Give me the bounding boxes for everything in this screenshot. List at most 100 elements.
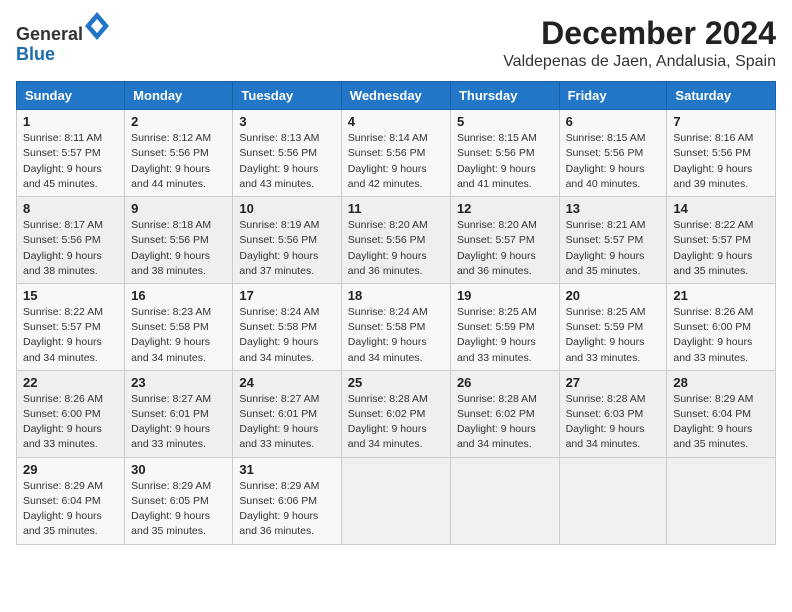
day-info: Sunrise: 8:29 AMSunset: 6:04 PMDaylight:…: [673, 392, 769, 453]
day-info: Sunrise: 8:26 AMSunset: 6:00 PMDaylight:…: [23, 392, 118, 453]
calendar-cell: 5 Sunrise: 8:15 AMSunset: 5:56 PMDaylight…: [450, 110, 559, 197]
day-number: 27: [566, 375, 661, 390]
calendar-cell: 20 Sunrise: 8:25 AMSunset: 5:59 PMDayligh…: [559, 283, 667, 370]
day-number: 23: [131, 375, 226, 390]
calendar-cell: 26 Sunrise: 8:28 AMSunset: 6:02 PMDayligh…: [450, 370, 559, 457]
day-number: 24: [239, 375, 334, 390]
day-number: 13: [566, 201, 661, 216]
day-info: Sunrise: 8:19 AMSunset: 5:56 PMDaylight:…: [239, 218, 334, 279]
day-info: Sunrise: 8:24 AMSunset: 5:58 PMDaylight:…: [239, 305, 334, 366]
weekday-header-monday: Monday: [125, 82, 233, 110]
calendar-cell: 28Sunrise: 8:29 AMSunset: 6:04 PMDayligh…: [667, 370, 776, 457]
calendar-header: SundayMondayTuesdayWednesdayThursdayFrid…: [17, 82, 776, 110]
location-subtitle: Valdepenas de Jaen, Andalusia, Spain: [503, 53, 776, 71]
day-number: 31: [239, 462, 334, 477]
day-info: Sunrise: 8:26 AMSunset: 6:00 PMDaylight:…: [673, 305, 769, 366]
calendar-cell: 30 Sunrise: 8:29 AMSunset: 6:05 PMDayligh…: [125, 457, 233, 544]
day-number: 2: [131, 114, 226, 129]
day-info: Sunrise: 8:29 AMSunset: 6:04 PMDaylight:…: [23, 479, 118, 540]
calendar-cell: 17 Sunrise: 8:24 AMSunset: 5:58 PMDayligh…: [233, 283, 341, 370]
day-number: 16: [131, 288, 226, 303]
calendar-cell: 31Sunrise: 8:29 AMSunset: 6:06 PMDayligh…: [233, 457, 341, 544]
calendar-cell: [341, 457, 450, 544]
day-info: Sunrise: 8:25 AMSunset: 5:59 PMDaylight:…: [566, 305, 661, 366]
day-number: 10: [239, 201, 334, 216]
weekday-header-sunday: Sunday: [17, 82, 125, 110]
calendar-week-row: 1 Sunrise: 8:11 AMSunset: 5:57 PMDaylight…: [17, 110, 776, 197]
calendar-cell: 25Sunrise: 8:28 AMSunset: 6:02 PMDayligh…: [341, 370, 450, 457]
day-number: 30: [131, 462, 226, 477]
calendar-cell: [450, 457, 559, 544]
weekday-header-wednesday: Wednesday: [341, 82, 450, 110]
weekday-header-saturday: Saturday: [667, 82, 776, 110]
calendar-cell: [667, 457, 776, 544]
day-info: Sunrise: 8:28 AMSunset: 6:03 PMDaylight:…: [566, 392, 661, 453]
calendar-week-row: 15 Sunrise: 8:22 AMSunset: 5:57 PMDayligh…: [17, 283, 776, 370]
calendar-cell: 9Sunrise: 8:18 AMSunset: 5:56 PMDaylight…: [125, 197, 233, 284]
logo-blue: Blue: [16, 44, 55, 64]
day-number: 29: [23, 462, 118, 477]
day-number: 25: [348, 375, 444, 390]
day-number: 3: [239, 114, 334, 129]
day-info: Sunrise: 8:13 AMSunset: 5:56 PMDaylight:…: [239, 131, 334, 192]
day-info: Sunrise: 8:15 AMSunset: 5:56 PMDaylight:…: [457, 131, 553, 192]
day-info: Sunrise: 8:14 AMSunset: 5:56 PMDaylight:…: [348, 131, 444, 192]
calendar-week-row: 22Sunrise: 8:26 AMSunset: 6:00 PMDayligh…: [17, 370, 776, 457]
day-number: 19: [457, 288, 553, 303]
weekday-header-friday: Friday: [559, 82, 667, 110]
day-info: Sunrise: 8:15 AMSunset: 5:56 PMDaylight:…: [566, 131, 661, 192]
main-title: December 2024: [503, 16, 776, 51]
day-number: 7: [673, 114, 769, 129]
day-info: Sunrise: 8:23 AMSunset: 5:58 PMDaylight:…: [131, 305, 226, 366]
weekday-header-thursday: Thursday: [450, 82, 559, 110]
day-number: 6: [566, 114, 661, 129]
day-number: 18: [348, 288, 444, 303]
calendar-table: SundayMondayTuesdayWednesdayThursdayFrid…: [16, 81, 776, 544]
day-number: 11: [348, 201, 444, 216]
calendar-cell: 15 Sunrise: 8:22 AMSunset: 5:57 PMDayligh…: [17, 283, 125, 370]
day-info: Sunrise: 8:17 AMSunset: 5:56 PMDaylight:…: [23, 218, 118, 279]
day-info: Sunrise: 8:12 AMSunset: 5:56 PMDaylight:…: [131, 131, 226, 192]
day-info: Sunrise: 8:21 AMSunset: 5:57 PMDaylight:…: [566, 218, 661, 279]
day-info: Sunrise: 8:29 AMSunset: 6:05 PMDaylight:…: [131, 479, 226, 540]
day-number: 5: [457, 114, 553, 129]
day-info: Sunrise: 8:16 AMSunset: 5:56 PMDaylight:…: [673, 131, 769, 192]
calendar-body: 1 Sunrise: 8:11 AMSunset: 5:57 PMDaylight…: [17, 110, 776, 544]
day-info: Sunrise: 8:18 AMSunset: 5:56 PMDaylight:…: [131, 218, 226, 279]
calendar-cell: 16 Sunrise: 8:23 AMSunset: 5:58 PMDayligh…: [125, 283, 233, 370]
calendar-cell: 10 Sunrise: 8:19 AMSunset: 5:56 PMDayligh…: [233, 197, 341, 284]
day-info: Sunrise: 8:25 AMSunset: 5:59 PMDaylight:…: [457, 305, 553, 366]
day-info: Sunrise: 8:28 AMSunset: 6:02 PMDaylight:…: [457, 392, 553, 453]
day-number: 26: [457, 375, 553, 390]
day-number: 8: [23, 201, 118, 216]
calendar-cell: 6 Sunrise: 8:15 AMSunset: 5:56 PMDaylight…: [559, 110, 667, 197]
calendar-cell: 14 Sunrise: 8:22 AMSunset: 5:57 PMDayligh…: [667, 197, 776, 284]
day-info: Sunrise: 8:22 AMSunset: 5:57 PMDaylight:…: [23, 305, 118, 366]
day-number: 4: [348, 114, 444, 129]
calendar-cell: 18Sunrise: 8:24 AMSunset: 5:58 PMDayligh…: [341, 283, 450, 370]
day-info: Sunrise: 8:11 AMSunset: 5:57 PMDaylight:…: [23, 131, 118, 192]
day-number: 1: [23, 114, 118, 129]
day-number: 14: [673, 201, 769, 216]
logo: General Blue: [16, 16, 109, 65]
calendar-cell: 29 Sunrise: 8:29 AMSunset: 6:04 PMDayligh…: [17, 457, 125, 544]
calendar-cell: 4 Sunrise: 8:14 AMSunset: 5:56 PMDaylight…: [341, 110, 450, 197]
calendar-cell: 22Sunrise: 8:26 AMSunset: 6:00 PMDayligh…: [17, 370, 125, 457]
weekday-header-tuesday: Tuesday: [233, 82, 341, 110]
day-number: 15: [23, 288, 118, 303]
calendar-cell: 1 Sunrise: 8:11 AMSunset: 5:57 PMDaylight…: [17, 110, 125, 197]
day-number: 20: [566, 288, 661, 303]
calendar-cell: 12Sunrise: 8:20 AMSunset: 5:57 PMDayligh…: [450, 197, 559, 284]
day-number: 17: [239, 288, 334, 303]
calendar-cell: 19 Sunrise: 8:25 AMSunset: 5:59 PMDayligh…: [450, 283, 559, 370]
logo-icon: [85, 12, 109, 40]
title-block: December 2024 Valdepenas de Jaen, Andalu…: [503, 16, 776, 71]
day-info: Sunrise: 8:20 AMSunset: 5:56 PMDaylight:…: [348, 218, 444, 279]
page-header: General Blue December 2024 Valdepenas de…: [16, 16, 776, 71]
calendar-week-row: 29 Sunrise: 8:29 AMSunset: 6:04 PMDayligh…: [17, 457, 776, 544]
calendar-cell: 13 Sunrise: 8:21 AMSunset: 5:57 PMDayligh…: [559, 197, 667, 284]
day-info: Sunrise: 8:22 AMSunset: 5:57 PMDaylight:…: [673, 218, 769, 279]
day-info: Sunrise: 8:20 AMSunset: 5:57 PMDaylight:…: [457, 218, 553, 279]
calendar-cell: 24Sunrise: 8:27 AMSunset: 6:01 PMDayligh…: [233, 370, 341, 457]
calendar-cell: 21Sunrise: 8:26 AMSunset: 6:00 PMDayligh…: [667, 283, 776, 370]
